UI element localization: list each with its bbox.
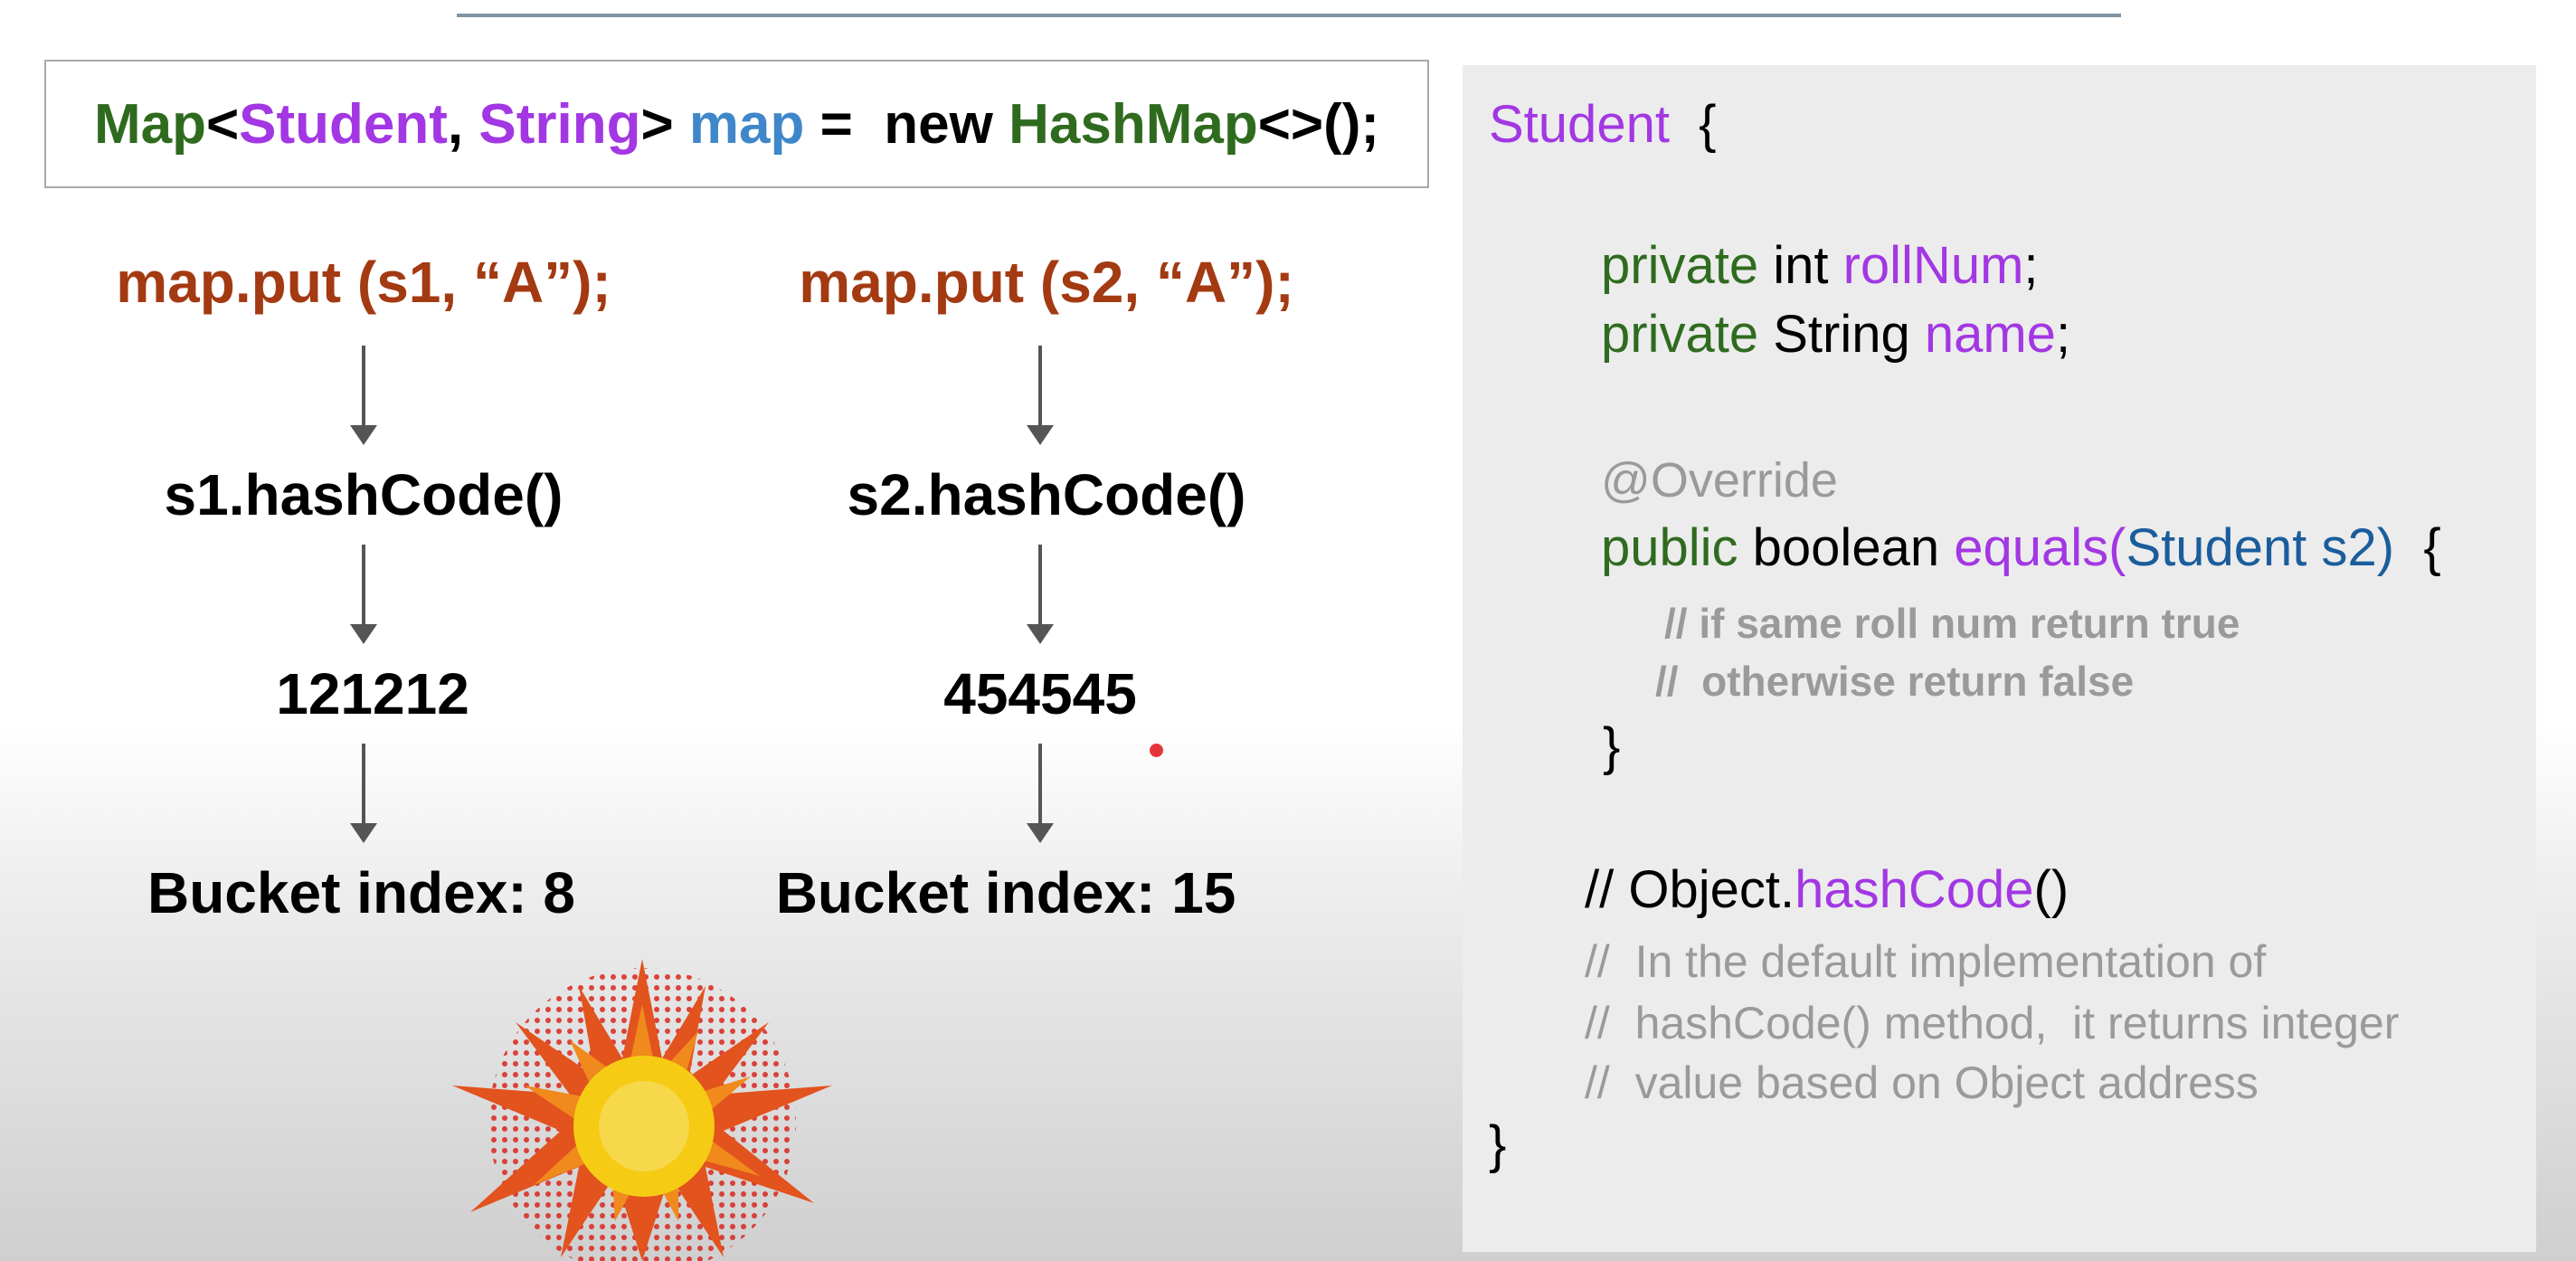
class-header: Student { [1489, 94, 1717, 155]
field-name: private String name; [1601, 305, 2071, 364]
constructor-call: <>(); [1257, 92, 1380, 156]
arrow-down-icon [1027, 744, 1054, 843]
arrow-down-icon [350, 744, 377, 843]
generic-open: < [205, 92, 240, 156]
left-flow: map.put (s1, “A”); s1.hashCode() 121212 … [47, 237, 680, 943]
object-hashcode-line: // Object.hashCode() [1585, 860, 2069, 919]
top-divider [457, 14, 2121, 17]
generic-comma: , [447, 92, 479, 156]
hash-value-s1: 121212 [276, 661, 469, 726]
value-type: String [478, 92, 641, 156]
right-flow: map.put (s2, “A”); s2.hashCode() 454545 … [716, 237, 1350, 943]
key-type: Student [239, 92, 448, 156]
arrow-down-icon [350, 545, 377, 644]
assign-new: = new [804, 92, 1009, 156]
equals-method-signature: public boolean equals(Student s2) { [1601, 518, 2441, 577]
doc-comment-3: // value based on Object address [1585, 1057, 2259, 1108]
arrow-down-icon [1027, 346, 1054, 445]
equals-comment-2: // otherwise return false [1655, 658, 2135, 705]
bucket-index-s1: Bucket index: 8 [147, 860, 576, 925]
generic-close: > [640, 92, 689, 156]
hash-value-s2: 454545 [943, 661, 1137, 726]
equals-comment-1: // if same roll num return true [1664, 600, 2240, 647]
class-open-brace: { [1669, 95, 1717, 154]
hashcode-call-s2: s2.hashCode() [847, 462, 1246, 527]
map-variable: map [688, 92, 805, 156]
map-type: Map [93, 92, 206, 156]
put-s2: map.put (s2, “A”); [799, 250, 1294, 315]
arrow-down-icon [350, 346, 377, 445]
method-close-brace: } [1603, 717, 1621, 776]
map-declaration: Map < Student, String > map = new HashMap <>… [44, 60, 1429, 188]
arrow-down-icon [1027, 545, 1054, 644]
explosion-icon [452, 959, 832, 1261]
doc-comment-2: // hashCode() method, it returns integer [1585, 998, 2400, 1048]
field-rollnum: private int rollNum; [1601, 236, 2039, 295]
override-annotation: @Override [1601, 453, 1838, 507]
student-class-code: Student { private int rollNum; private S… [1463, 65, 2536, 1252]
pointer-dot [1150, 744, 1163, 757]
class-close-brace: } [1489, 1115, 1507, 1174]
hashmap-type: HashMap [1009, 92, 1258, 156]
doc-comment-1: // In the default implementation of [1585, 936, 2267, 987]
put-s1: map.put (s1, “A”); [116, 250, 611, 315]
hashcode-call-s1: s1.hashCode() [164, 462, 564, 527]
class-name: Student [1489, 95, 1670, 154]
bucket-index-s2: Bucket index: 15 [775, 860, 1236, 925]
